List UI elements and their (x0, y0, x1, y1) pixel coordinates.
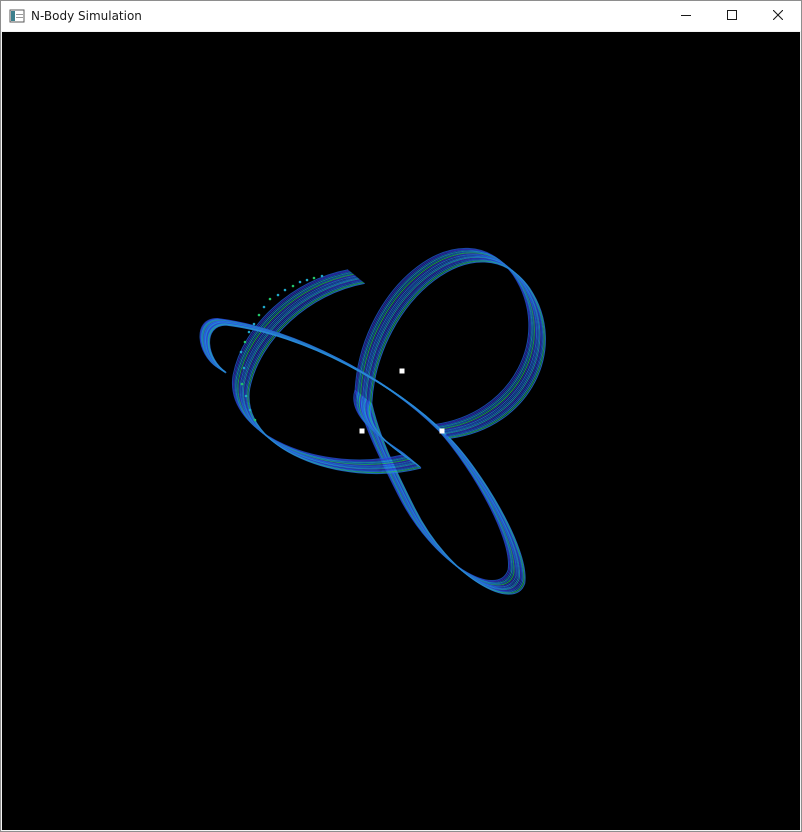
particle (268, 297, 272, 301)
simulation-render (199, 247, 546, 595)
orbit-trail (367, 258, 543, 437)
particle (240, 382, 244, 386)
particle (239, 350, 243, 354)
particle (244, 394, 248, 398)
maximize-icon (727, 9, 737, 23)
particle (262, 305, 266, 309)
orbit-trail (202, 319, 441, 432)
particle (242, 366, 246, 370)
body-marker (439, 428, 445, 434)
body-marker (399, 368, 405, 374)
window-title: N-Body Simulation (31, 9, 142, 23)
orbit-trail (368, 259, 544, 438)
particle (257, 313, 261, 317)
particle (283, 288, 287, 292)
particle (252, 322, 256, 326)
maximize-button[interactable] (709, 1, 755, 31)
close-button[interactable] (755, 1, 801, 31)
particle (305, 278, 309, 282)
orbit-trail (201, 319, 440, 431)
app-window-icon (9, 8, 25, 24)
orbit-trail (235, 271, 408, 464)
particle (248, 408, 252, 412)
orbit-trail (370, 260, 545, 438)
particle (247, 330, 251, 334)
orbit-trail (371, 261, 546, 439)
window-controls (663, 1, 801, 31)
body-marker (359, 428, 365, 434)
particle (312, 276, 316, 280)
particle (320, 274, 324, 278)
particle (291, 284, 295, 288)
particle (243, 340, 247, 344)
particle (276, 293, 280, 297)
minimize-icon (681, 9, 691, 23)
simulation-canvas[interactable] (2, 32, 800, 830)
particle (253, 418, 257, 422)
particle (298, 280, 302, 284)
minimize-button[interactable] (663, 1, 709, 31)
orbit-trail (203, 320, 442, 433)
orbit-trail (236, 272, 410, 465)
orbit-trails (199, 247, 546, 595)
app-window: N-Body Simulation (0, 0, 802, 832)
close-icon (772, 9, 784, 23)
title-bar[interactable]: N-Body Simulation (1, 1, 801, 31)
